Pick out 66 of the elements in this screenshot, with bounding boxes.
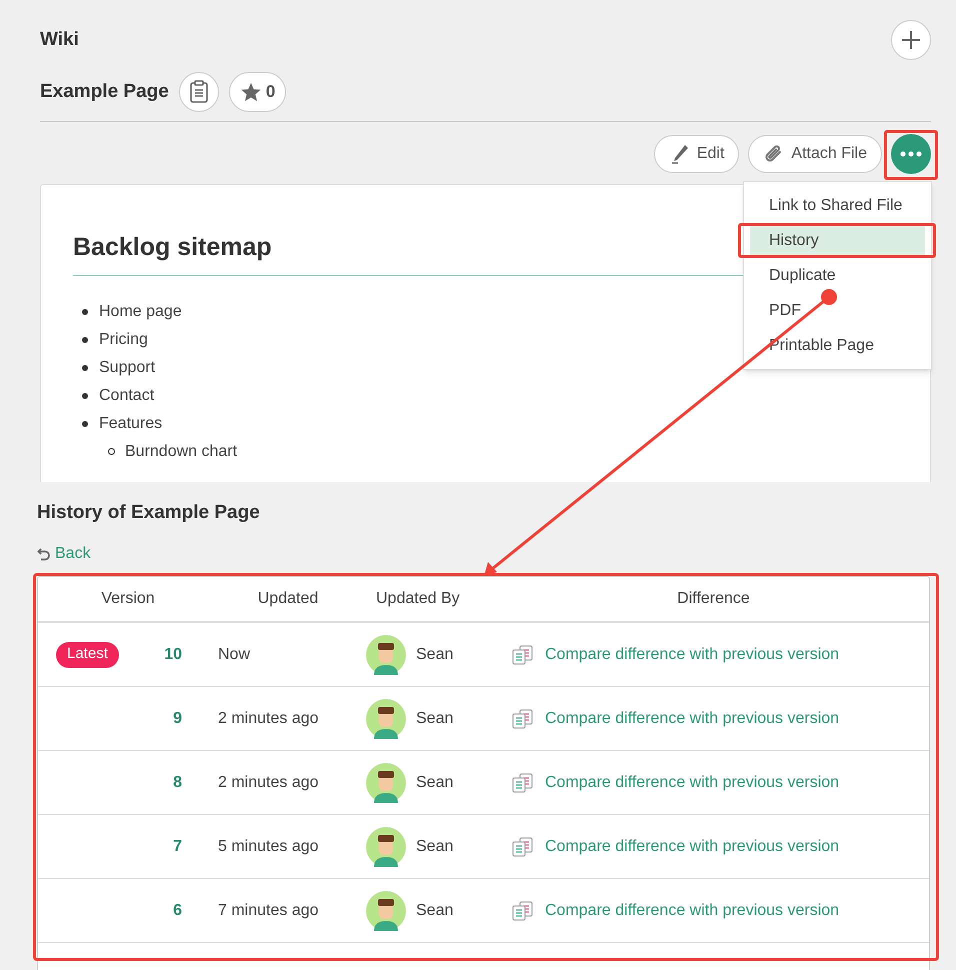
wiki-title: Wiki	[40, 28, 79, 52]
updated-time: Now	[218, 644, 252, 664]
undo-icon	[37, 547, 51, 561]
user-name: Sean	[416, 900, 454, 920]
star-button[interactable]: 0	[228, 72, 286, 112]
version-number[interactable]: 9	[173, 706, 182, 730]
list-item-text: Support	[99, 358, 156, 378]
clipboard-icon	[188, 80, 209, 104]
avatar	[366, 762, 406, 802]
compare-link[interactable]: Compare difference with previous version	[545, 898, 840, 922]
avatar	[366, 698, 406, 738]
list-item-text: Features	[99, 414, 162, 434]
action-button[interactable]: Edit	[654, 135, 740, 173]
bullet-icon	[82, 308, 88, 314]
page-title: Example Page	[40, 80, 169, 104]
menu-item[interactable]: PDF	[750, 293, 925, 328]
latest-badge: Latest	[56, 642, 119, 668]
clipboard-button[interactable]	[178, 72, 219, 112]
user-name: Sean	[416, 708, 454, 728]
more-button[interactable]	[891, 134, 931, 174]
compare-link[interactable]: Compare difference with previous version	[545, 834, 840, 858]
plus-icon	[900, 29, 922, 51]
add-button[interactable]	[891, 20, 931, 60]
updated-time: 2 minutes ago	[218, 708, 320, 728]
menu-item[interactable]: Printable Page	[750, 328, 925, 363]
action-button[interactable]: Attach File	[748, 135, 882, 173]
history-title: History of Example Page	[37, 500, 261, 525]
bullet-icon	[82, 364, 88, 370]
user-name: Sean	[416, 644, 454, 664]
star-icon	[240, 81, 262, 103]
updated-time: 2 minutes ago	[218, 772, 320, 792]
version-number[interactable]: 10	[164, 642, 182, 666]
avatar	[366, 634, 406, 674]
compare-icon	[511, 772, 535, 792]
list-item-text: Burndown chart	[125, 442, 238, 462]
list-item-text: Contact	[99, 386, 154, 406]
highlight-frame	[884, 130, 938, 180]
compare-icon	[511, 708, 535, 728]
compare-icon	[511, 644, 535, 664]
compare-link[interactable]: Compare difference with previous version	[545, 770, 840, 794]
back-link[interactable]: Back	[37, 542, 91, 566]
list-item-text: Home page	[99, 302, 182, 322]
user-name: Sean	[416, 836, 454, 856]
bullet-icon	[82, 392, 88, 398]
avatar	[366, 826, 406, 866]
compare-icon	[511, 900, 535, 920]
bullet-icon	[82, 420, 88, 426]
compare-link[interactable]: Compare difference with previous version	[545, 706, 840, 730]
column-header: Updated	[256, 589, 320, 609]
avatar	[366, 890, 406, 930]
list-item-text: Pricing	[99, 330, 148, 350]
version-number[interactable]: 8	[173, 770, 182, 794]
compare-link[interactable]: Compare difference with previous version	[545, 642, 840, 666]
compare-icon	[511, 836, 535, 856]
menu-item[interactable]: Link to Shared File	[750, 188, 925, 223]
version-number[interactable]: 7	[173, 834, 182, 858]
column-header: Difference	[676, 589, 751, 609]
user-name: Sean	[416, 772, 454, 792]
more-icon	[900, 151, 922, 157]
updated-time: 5 minutes ago	[218, 836, 320, 856]
column-header: Updated By	[375, 589, 461, 609]
bullet-icon	[108, 448, 115, 455]
column-header: Version	[100, 589, 156, 609]
bullet-icon	[82, 336, 88, 342]
updated-time: 7 minutes ago	[218, 900, 320, 920]
version-number[interactable]: 6	[173, 898, 182, 922]
